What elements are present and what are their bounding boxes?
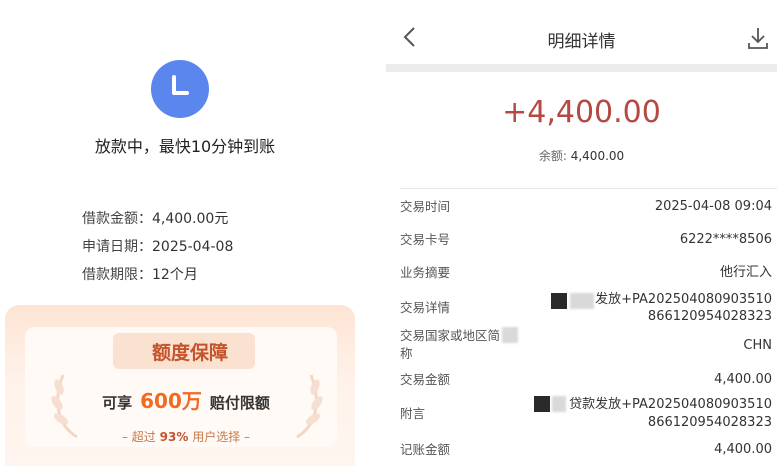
balance-value: 4,400.00 — [570, 149, 625, 163]
loan-amount-value: 4,400.00元 — [152, 211, 229, 227]
trade-amount-value: 4,400.00 — [714, 372, 772, 387]
country-label-2: 称 — [400, 346, 413, 361]
nav-bar: 明细详情 — [386, 0, 777, 64]
guarantee-title: 额度保障 — [151, 342, 228, 364]
guarantee-sub-suffix: 用户选择 – — [192, 430, 251, 444]
guarantee-sub-prefix: – 超过 — [121, 430, 156, 444]
loan-term-value: 12个月 — [152, 267, 198, 283]
redacted-blur — [552, 396, 566, 412]
balance-label: 余额: — [538, 149, 567, 163]
country-label-1: 交易国家或地区简 — [400, 328, 501, 343]
posting-amount-label: 记账金额 — [400, 442, 451, 457]
apply-date-value: 2025-04-08 — [152, 239, 234, 255]
posting-amount-value: 4,400.00 — [714, 442, 772, 457]
remark-label: 附言 — [400, 406, 426, 421]
balance: 余额: 4,400.00 — [386, 147, 777, 164]
trade-detail-value-1: 发放+PA202504080903510 — [595, 292, 772, 307]
clock-icon — [151, 60, 209, 118]
trade-detail-label: 交易详情 — [400, 300, 451, 315]
nav-title: 明细详情 — [547, 32, 616, 52]
loan-amount-label: 借款金额： — [82, 211, 152, 227]
trade-time-value: 2025-04-08 09:04 — [654, 199, 772, 214]
business-summary-value: 他行汇入 — [719, 265, 772, 280]
transaction-detail-panel: 明细详情 +4,400.00 余额: 4,400.00 交易时间 2025-04… — [386, 0, 777, 466]
card-number-value: 6222****8506 — [679, 232, 772, 247]
separator-bar — [386, 64, 777, 72]
loan-term-row: 借款期限：12个月 — [82, 264, 198, 284]
loan-status-text: 放款中，最快10分钟到账 — [94, 137, 276, 156]
apply-date-label: 申请日期： — [82, 239, 152, 255]
redacted-blur — [502, 327, 518, 343]
download-icon[interactable] — [746, 26, 770, 50]
guarantee-sub-pct: 93% — [159, 430, 189, 444]
redacted-block — [551, 293, 567, 309]
business-summary-label: 业务摘要 — [400, 265, 451, 280]
guarantee-amount: 600万 — [140, 389, 202, 413]
divider — [400, 188, 777, 189]
trade-detail-value-2: 866120954028323 — [647, 309, 772, 324]
card-number-label: 交易卡号 — [400, 232, 451, 247]
transaction-amount: +4,400.00 — [502, 95, 661, 130]
trade-amount-label: 交易金额 — [400, 372, 451, 387]
trade-time-label: 交易时间 — [400, 199, 451, 214]
country-value: CHN — [743, 338, 772, 353]
guarantee-suffix: 赔付限额 — [209, 394, 270, 412]
loan-amount-row: 借款金额：4,400.00元 — [82, 208, 228, 228]
guarantee-line: 可享 600万 赔付限额 — [5, 385, 367, 414]
loan-status-panel: 放款中，最快10分钟到账 借款金额：4,400.00元 申请日期：2025-04… — [0, 0, 370, 466]
remark-value-1: 贷款发放+PA202504080903510 — [569, 397, 772, 412]
guarantee-card: 额度保障 可享 600万 赔付限额 – 超过 93% 用户选择 – — [5, 305, 355, 466]
apply-date-row: 申请日期：2025-04-08 — [82, 236, 233, 256]
remark-value-2: 866120954028323 — [647, 415, 772, 430]
redacted-blur — [570, 293, 594, 309]
guarantee-prefix: 可享 — [102, 394, 133, 412]
loan-term-label: 借款期限： — [82, 267, 152, 283]
redacted-block — [534, 396, 550, 412]
guarantee-subtext: – 超过 93% 用户选择 – — [5, 428, 367, 445]
